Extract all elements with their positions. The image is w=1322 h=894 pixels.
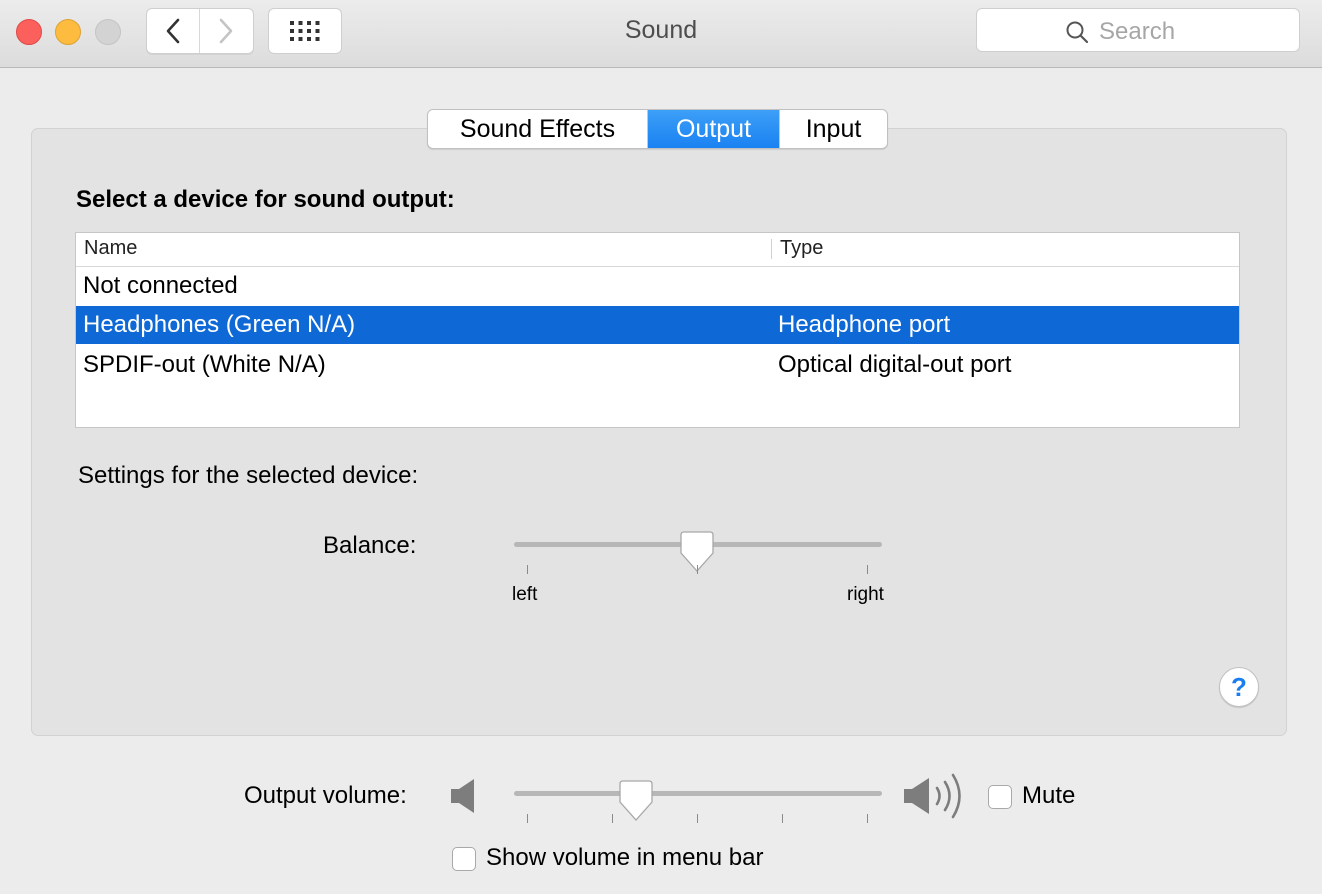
- mute-label[interactable]: Mute: [1022, 782, 1075, 810]
- table-row[interactable]: SPDIF-out (White N/A) Optical digital-ou…: [76, 346, 1239, 384]
- tab-input[interactable]: Input: [779, 110, 887, 148]
- output-panel: [31, 128, 1287, 736]
- balance-tick: [867, 565, 868, 574]
- column-header-type[interactable]: Type: [780, 237, 823, 260]
- table-row[interactable]: Headphones (Green N/A) Headphone port: [76, 306, 1239, 344]
- speaker-low-icon: [451, 779, 474, 813]
- volume-tick: [782, 814, 783, 823]
- device-type: Headphone port: [778, 311, 951, 338]
- search-field[interactable]: [976, 8, 1300, 52]
- column-separator: [771, 239, 772, 259]
- search-input[interactable]: [1097, 15, 1291, 49]
- table-header: Name Type: [76, 233, 1239, 267]
- tab-sound-effects[interactable]: Sound Effects: [428, 110, 648, 148]
- volume-tick: [867, 814, 868, 823]
- volume-tick: [527, 814, 528, 823]
- show-volume-label[interactable]: Show volume in menu bar: [486, 844, 763, 872]
- device-name: SPDIF-out (White N/A): [83, 351, 326, 378]
- speaker-high-icon: [904, 773, 961, 819]
- balance-right-label: right: [847, 584, 884, 605]
- mute-checkbox[interactable]: [988, 785, 1012, 809]
- tab-output[interactable]: Output: [648, 110, 779, 148]
- output-heading: Select a device for sound output:: [76, 186, 455, 213]
- device-name: Headphones (Green N/A): [83, 311, 356, 338]
- balance-left-label: left: [512, 584, 538, 605]
- search-icon: [1066, 21, 1089, 44]
- table-row[interactable]: Not connected: [76, 267, 1239, 305]
- device-name: Not connected: [83, 272, 238, 299]
- help-button[interactable]: ?: [1219, 667, 1259, 707]
- balance-label: Balance:: [323, 532, 417, 559]
- balance-tick: [527, 565, 528, 574]
- output-volume-label: Output volume:: [244, 782, 407, 809]
- volume-slider-knob[interactable]: [619, 780, 653, 822]
- tab-bar: Sound Effects Output Input: [427, 109, 888, 149]
- show-volume-checkbox[interactable]: [452, 847, 476, 871]
- column-header-name[interactable]: Name: [84, 237, 137, 260]
- title-bar: Sound: [0, 0, 1322, 68]
- settings-heading: Settings for the selected device:: [78, 462, 419, 489]
- volume-tick: [697, 814, 698, 823]
- device-table[interactable]: Name Type Not connected Headphones (Gree…: [75, 232, 1240, 428]
- volume-tick: [612, 814, 613, 823]
- device-type: Optical digital-out port: [778, 351, 1012, 378]
- volume-slider-track[interactable]: [514, 791, 882, 796]
- balance-tick: [697, 565, 698, 574]
